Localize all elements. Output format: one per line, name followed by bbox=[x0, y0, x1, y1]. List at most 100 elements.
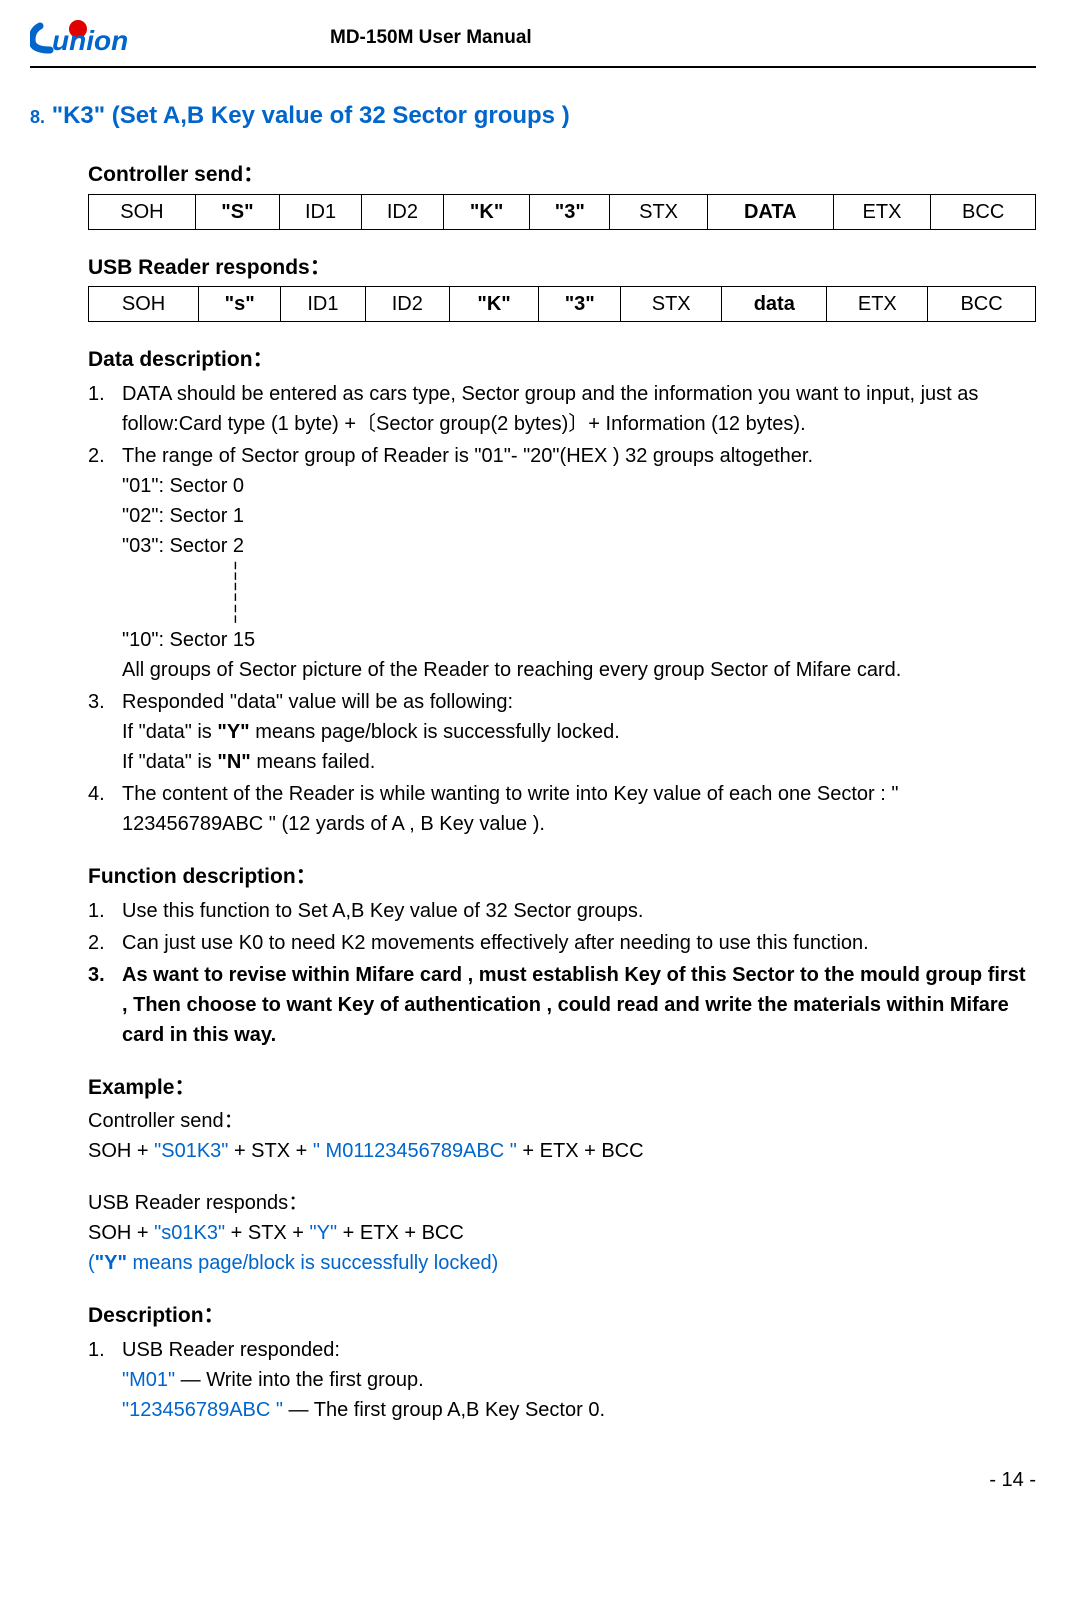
cell: "K" bbox=[443, 194, 530, 229]
cell: data bbox=[722, 287, 827, 322]
vertical-dots-icon: ╎╎╎ bbox=[230, 561, 1036, 626]
example-ctrl-line: SOH + "S01K3" + STX + " M01123456789ABC … bbox=[88, 1136, 1036, 1166]
sector-line: "03": Sector 2 bbox=[122, 531, 1036, 561]
data-description-list: 1. DATA should be entered as cars type, … bbox=[88, 379, 1036, 840]
item-number: 3. bbox=[88, 960, 122, 1050]
text-bold: "Y" bbox=[95, 1252, 127, 1274]
list-item: 3. As want to revise within Mifare card … bbox=[88, 960, 1036, 1050]
text: — The first group A,B Key Sector 0. bbox=[283, 1399, 605, 1421]
logo-svg: union bbox=[30, 20, 150, 56]
text: means page/block is successfully locked. bbox=[250, 721, 620, 743]
sector-line: "01": Sector 0 bbox=[122, 471, 1036, 501]
item-body: Use this function to Set A,B Key value o… bbox=[122, 896, 1036, 926]
cell: STX bbox=[610, 194, 708, 229]
sector-line: "02": Sector 1 bbox=[122, 501, 1036, 531]
text: If "data" is bbox=[122, 751, 217, 773]
logo: union bbox=[30, 20, 150, 56]
data-description-label: Data description： bbox=[88, 344, 1036, 376]
text: — Write into the first group. bbox=[175, 1369, 424, 1391]
item-number: 1. bbox=[88, 896, 122, 926]
cell: BCC bbox=[931, 194, 1036, 229]
section-title: 8. "K3" (Set A,B Key value of 32 Sector … bbox=[30, 98, 1036, 134]
sector-line: "10": Sector 15 bbox=[122, 625, 1036, 655]
item-body: DATA should be entered as cars type, Sec… bbox=[122, 379, 1036, 439]
cell: ETX bbox=[827, 287, 928, 322]
description-label: Description： bbox=[88, 1300, 1036, 1332]
list-item: 1. Use this function to Set A,B Key valu… bbox=[88, 896, 1036, 926]
text: USB Reader responded: bbox=[122, 1339, 340, 1361]
cell: BCC bbox=[928, 287, 1036, 322]
sector-note: All groups of Sector picture of the Read… bbox=[122, 655, 1036, 685]
example-ctrl-label: Controller send： bbox=[88, 1106, 1036, 1136]
cell: "3" bbox=[530, 194, 610, 229]
manual-title: MD-150M User Manual bbox=[330, 24, 1036, 53]
example-usb-line: SOH + "s01K3" + STX + "Y" + ETX + BCC bbox=[88, 1218, 1036, 1248]
function-description-list: 1. Use this function to Set A,B Key valu… bbox=[88, 896, 1036, 1050]
cell: "S" bbox=[195, 194, 279, 229]
cell: ID1 bbox=[281, 287, 365, 322]
item-number: 1. bbox=[88, 379, 122, 439]
sector-lines: "01": Sector 0 "02": Sector 1 "03": Sect… bbox=[122, 471, 1036, 686]
list-item: 1. DATA should be entered as cars type, … bbox=[88, 379, 1036, 439]
item-number: 1. bbox=[88, 1335, 122, 1425]
item-body: USB Reader responded: "M01" — Write into… bbox=[122, 1335, 1036, 1425]
item-body: Can just use K0 to need K2 movements eff… bbox=[122, 928, 1036, 958]
text: + ETX + BCC bbox=[517, 1140, 644, 1162]
item-number: 4. bbox=[88, 779, 122, 839]
text: SOH + bbox=[88, 1222, 154, 1244]
item-text: Responded "data" value will be as follow… bbox=[122, 691, 513, 713]
svg-text:union: union bbox=[52, 25, 128, 56]
cell: "3" bbox=[539, 287, 621, 322]
resp-n-line: If "data" is "N" means failed. bbox=[122, 747, 1036, 777]
usb-responds-label: USB Reader responds： bbox=[88, 252, 1036, 284]
text-blue: "S01K3" bbox=[154, 1140, 228, 1162]
controller-send-table: SOH "S" ID1 ID2 "K" "3" STX DATA ETX BCC bbox=[88, 194, 1036, 230]
item-body: As want to revise within Mifare card , m… bbox=[122, 960, 1036, 1050]
text: If "data" is bbox=[122, 721, 217, 743]
cell: "K" bbox=[449, 287, 538, 322]
text: ( bbox=[88, 1252, 95, 1274]
cell: SOH bbox=[89, 194, 196, 229]
text-blue: "Y" bbox=[310, 1222, 338, 1244]
list-item: 2. Can just use K0 to need K2 movements … bbox=[88, 928, 1036, 958]
example-note: ("Y" means page/block is successfully lo… bbox=[88, 1248, 1036, 1278]
example-usb-label: USB Reader responds： bbox=[88, 1188, 1036, 1218]
text-blue: "M01" bbox=[122, 1369, 175, 1391]
controller-send-label: Controller send： bbox=[88, 159, 1036, 191]
page-number: - 14 - bbox=[30, 1465, 1036, 1495]
item-number: 3. bbox=[88, 687, 122, 777]
resp-y-line: If "data" is "Y" means page/block is suc… bbox=[122, 717, 1036, 747]
item-text: The range of Sector group of Reader is "… bbox=[122, 445, 813, 467]
text: SOH + bbox=[88, 1140, 154, 1162]
cell: STX bbox=[621, 287, 722, 322]
usb-responds-table: SOH "s" ID1 ID2 "K" "3" STX data ETX BCC bbox=[88, 286, 1036, 322]
item-number: 2. bbox=[88, 928, 122, 958]
text-blue: "s01K3" bbox=[154, 1222, 225, 1244]
cell: ID2 bbox=[361, 194, 443, 229]
function-description-label: Function description： bbox=[88, 861, 1036, 893]
cell: SOH bbox=[89, 287, 199, 322]
text: + STX + bbox=[228, 1140, 312, 1162]
text: + ETX + BCC bbox=[337, 1222, 464, 1244]
section-title-text: "K3" (Set A,B Key value of 32 Sector gro… bbox=[52, 102, 570, 129]
text-bold: "N" bbox=[217, 751, 250, 773]
text: + STX + bbox=[225, 1222, 309, 1244]
section-number: 8. bbox=[30, 107, 45, 127]
page-header: union MD-150M User Manual bbox=[30, 20, 1036, 68]
list-item: 1. USB Reader responded: "M01" — Write i… bbox=[88, 1335, 1036, 1425]
cell: DATA bbox=[707, 194, 833, 229]
text-blue: "123456789ABC " bbox=[122, 1399, 283, 1421]
text-blue: " M01123456789ABC " bbox=[313, 1140, 517, 1162]
item-body: Responded "data" value will be as follow… bbox=[122, 687, 1036, 777]
cell: ID1 bbox=[280, 194, 362, 229]
desc-line-3: "123456789ABC " — The first group A,B Ke… bbox=[122, 1395, 1036, 1425]
list-item: 3. Responded "data" value will be as fol… bbox=[88, 687, 1036, 777]
example-label: Example： bbox=[88, 1072, 1036, 1104]
description-list: 1. USB Reader responded: "M01" — Write i… bbox=[88, 1335, 1036, 1425]
text-bold: "Y" bbox=[217, 721, 249, 743]
list-item: 4. The content of the Reader is while wa… bbox=[88, 779, 1036, 839]
cell: ETX bbox=[833, 194, 931, 229]
cell: ID2 bbox=[365, 287, 449, 322]
cell: "s" bbox=[199, 287, 281, 322]
item-body: The content of the Reader is while wanti… bbox=[122, 779, 1036, 839]
